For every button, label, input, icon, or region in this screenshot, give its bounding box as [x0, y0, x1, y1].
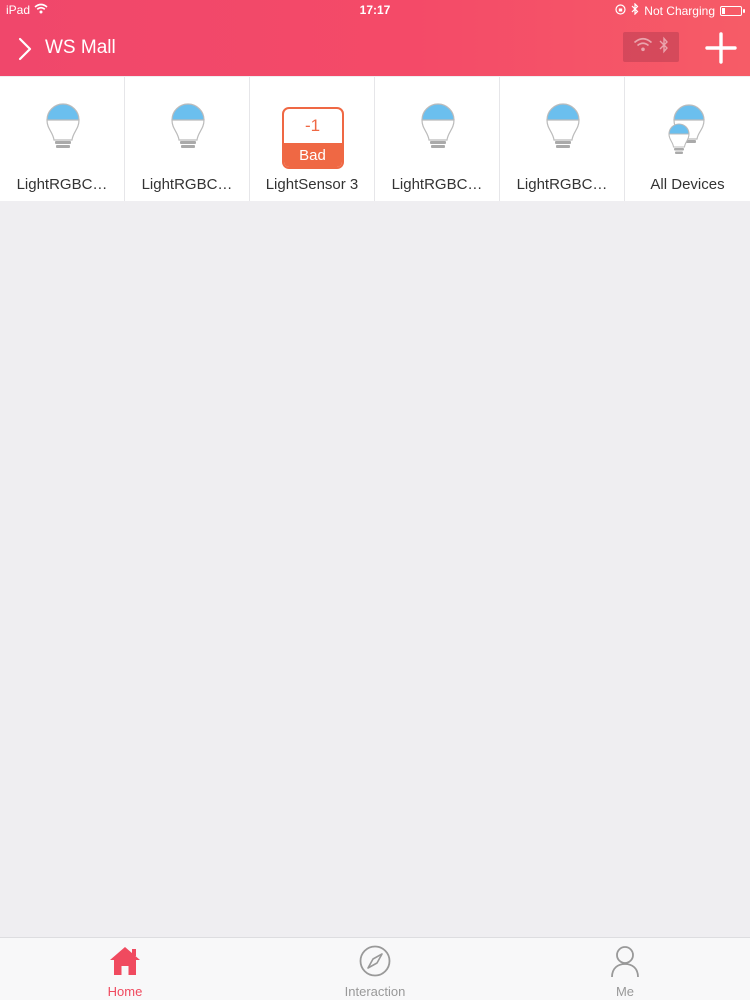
device-label: LightRGBC…: [16, 176, 108, 193]
device-tile[interactable]: LightRGBC…: [500, 77, 625, 201]
bluetooth-icon: [659, 36, 669, 59]
tab-label: Home: [107, 984, 143, 999]
sensor-badge: -1 Bad: [281, 107, 344, 169]
device-grid: LightRGBC… LightRGBC… -1 Bad LightSensor…: [0, 77, 750, 201]
tab-label: Interaction: [344, 984, 406, 999]
sensor-icon: -1 Bad: [250, 103, 375, 169]
chevron-right-icon[interactable]: [14, 36, 36, 62]
charging-status: Not Charging: [644, 3, 715, 18]
wifi-icon: [633, 37, 653, 57]
tab-home[interactable]: Home: [0, 938, 250, 1000]
device-tile[interactable]: LightRGBC…: [0, 77, 125, 201]
device-tile[interactable]: All Devices: [625, 77, 750, 201]
sensor-value: -1: [304, 116, 321, 135]
connection-status: [623, 32, 679, 62]
device-label: LightRGBC…: [516, 176, 608, 193]
device-label: All Devices: [650, 176, 725, 193]
bulb-icon: [125, 103, 250, 167]
orientation-lock-icon: [615, 3, 626, 18]
tab-bar: Home Interaction Me: [0, 937, 750, 1000]
tab-label: Me: [615, 984, 635, 999]
bulb-icon: [375, 103, 500, 167]
status-right: Not Charging: [615, 2, 745, 18]
device-label: LightRGBC…: [391, 176, 483, 193]
all-devices-icon: [625, 103, 750, 167]
device-tile[interactable]: LightRGBC…: [375, 77, 500, 201]
add-device-button[interactable]: [704, 31, 738, 65]
tab-interaction[interactable]: Interaction: [250, 938, 500, 1000]
home-icon: [0, 944, 250, 978]
location-title[interactable]: WS Mall: [45, 37, 116, 59]
navbar: WS Mall: [0, 22, 750, 76]
bluetooth-icon: [631, 2, 639, 18]
app-header: iPad 17:17 Not Charging WS Mall: [0, 0, 750, 76]
device-tile[interactable]: LightRGBC…: [125, 77, 250, 201]
compass-icon: [250, 944, 500, 978]
battery-icon: [720, 5, 745, 16]
bulb-icon: [500, 103, 625, 167]
bulb-icon: [0, 103, 125, 167]
device-label: LightRGBC…: [141, 176, 233, 193]
device-tile[interactable]: -1 Bad LightSensor 3: [250, 77, 375, 201]
person-icon: [500, 944, 750, 978]
sensor-quality: Bad: [283, 143, 342, 167]
tab-me[interactable]: Me: [500, 938, 750, 1000]
device-label: LightSensor 3: [265, 176, 359, 193]
status-bar: iPad 17:17 Not Charging: [0, 0, 750, 22]
